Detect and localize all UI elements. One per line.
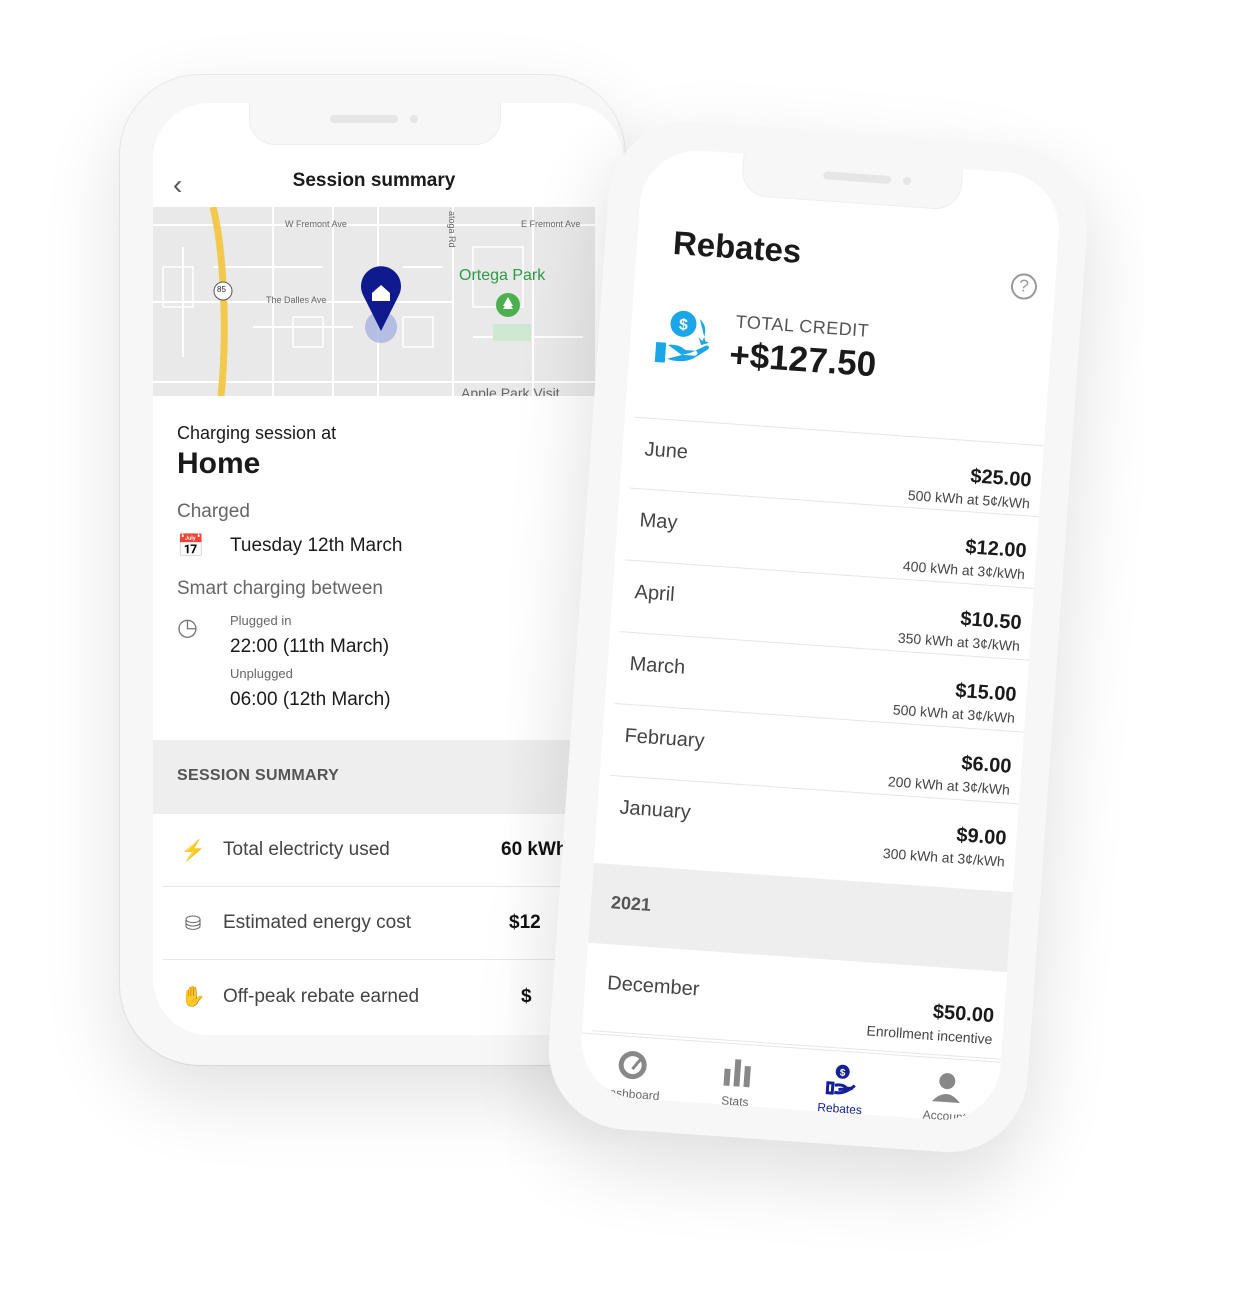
coins-icon: ⛁ (184, 912, 202, 935)
nav-account[interactable]: Account (890, 1055, 1001, 1124)
rebate-hand-icon: $ (825, 1064, 856, 1095)
month: May (638, 509, 679, 534)
summary-row: ⛁ Estimated energy cost $12 (163, 887, 593, 960)
row-label: Total electricty used (223, 839, 390, 860)
month: January (618, 796, 692, 824)
map-label: Apple Park Visit (461, 385, 560, 396)
rebates-screen: Rebates ? $ TOTAL CREDIT +$127.50 June $2… (577, 146, 1063, 1124)
amount: $9.00 (955, 824, 1008, 850)
amount: $6.00 (960, 752, 1013, 778)
month: March (628, 652, 686, 679)
nav-label: Account (922, 1107, 967, 1124)
page-title: Rebates (671, 223, 803, 270)
map-label: W Fremont Ave (285, 219, 347, 229)
summary-row: ✋ Off-peak rebate earned $ (163, 960, 593, 1033)
rebates-phone: Rebates ? $ TOTAL CREDIT +$127.50 June $2… (543, 116, 1093, 1158)
nav-stats[interactable]: Stats (680, 1041, 791, 1124)
row-label: Estimated energy cost (223, 912, 411, 933)
bolt-icon: ⚡ (180, 839, 206, 862)
plugged-in-time: 22:00 (11th March) (230, 636, 390, 657)
park-label: Ortega Park (459, 267, 546, 284)
plugged-in-label: Plugged in (230, 613, 292, 628)
map-label: The Dalles Ave (266, 295, 327, 305)
notch (249, 103, 501, 145)
charged-label: Charged (177, 501, 250, 522)
session-screen: ‹ Session summary W Fremont Ave E Fremon… (153, 103, 623, 1035)
bar-chart-icon (722, 1059, 751, 1088)
rebate-icon: ✋ (180, 986, 206, 1008)
calendar-icon: 📅 (177, 533, 205, 558)
month: June (643, 438, 689, 464)
unplugged-label: Unplugged (230, 666, 293, 681)
smart-charging-label: Smart charging between (177, 578, 383, 599)
unplugged-time: 06:00 (12th March) (230, 689, 391, 710)
amount: $50.00 (932, 1000, 995, 1028)
home-indicator[interactable] (712, 1113, 871, 1124)
clock-icon: ◷ (177, 614, 198, 641)
row-value: $ (521, 985, 532, 1007)
charging-at-label: Charging session at (177, 423, 337, 443)
location-name: Home (177, 447, 261, 480)
amount: $25.00 (969, 465, 1033, 492)
session-phone: ‹ Session summary W Fremont Ave E Fremon… (120, 75, 625, 1065)
summary-row: ⚡ Total electricty used 60 kWh (163, 814, 593, 887)
total-credit-value: +$127.50 (728, 335, 878, 385)
map[interactable]: W Fremont Ave E Fremont Ave The Dalles A… (153, 207, 595, 396)
amount: $12.00 (964, 536, 1028, 563)
map-label: E Fremont Ave (521, 219, 581, 229)
map-label: atoga Rd (447, 211, 457, 248)
money-hand-icon: $ (654, 310, 710, 363)
highway-shield: 85 (217, 285, 226, 294)
month: December (606, 972, 701, 1001)
svg-text:$: $ (678, 317, 688, 335)
nav-label: Stats (720, 1093, 750, 1110)
nav-dashboard[interactable]: Dashboard (578, 1033, 687, 1123)
nav-label: Dashboard (600, 1084, 660, 1104)
person-icon (931, 1073, 960, 1103)
amount: $10.50 (959, 607, 1023, 635)
row-value: 60 kWh (501, 839, 568, 860)
charge-date: Tuesday 12th March (230, 535, 403, 556)
nav-rebates[interactable]: $ Rebates (785, 1048, 896, 1124)
session-summary-header: SESSION SUMMARY (153, 740, 595, 814)
row-value: $12 (509, 912, 541, 933)
month: February (623, 724, 706, 753)
help-icon[interactable]: ? (1010, 272, 1038, 301)
nav-label: Rebates (816, 1100, 863, 1118)
page-title: Session summary (292, 170, 456, 191)
month: April (633, 581, 676, 606)
amount: $15.00 (954, 679, 1018, 706)
row-label: Off-peak rebate earned (223, 985, 420, 1007)
gauge-icon (618, 1051, 647, 1080)
notch (740, 151, 964, 211)
